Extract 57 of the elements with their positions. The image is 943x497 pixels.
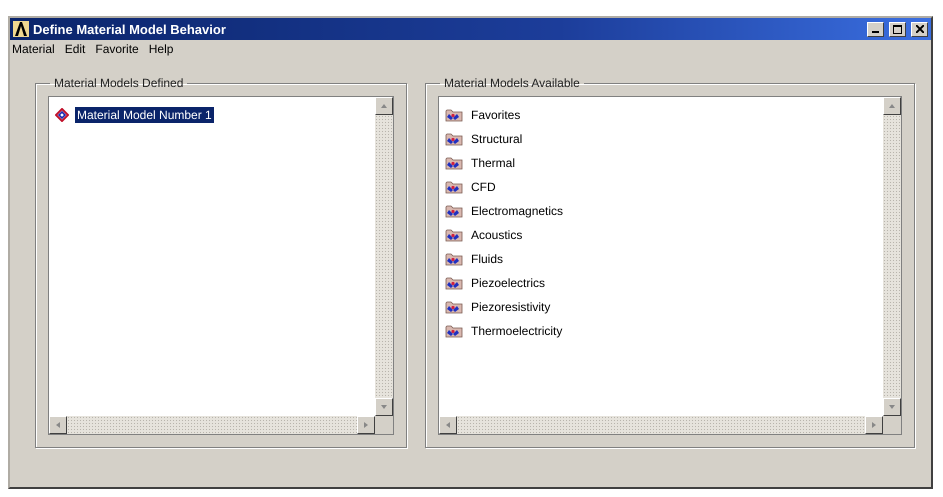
group-title: Material Models Defined — [53, 76, 184, 90]
folder-icon — [445, 180, 463, 194]
maximize-button[interactable] — [889, 22, 906, 36]
folder-icon — [445, 204, 463, 218]
left-arrow-icon — [54, 421, 62, 429]
scroll-down-button[interactable] — [883, 398, 901, 416]
scroll-down-button[interactable] — [375, 398, 393, 416]
up-arrow-icon — [380, 102, 388, 110]
tree-item[interactable]: Structural — [469, 131, 524, 147]
scroll-right-button[interactable] — [865, 416, 883, 434]
vertical-scrollbar[interactable] — [883, 97, 901, 416]
scroll-right-button[interactable] — [357, 416, 375, 434]
tree-item[interactable]: Material Model Number 1 — [75, 107, 214, 123]
horizontal-scrollbar[interactable] — [439, 416, 883, 434]
folder-icon — [445, 108, 463, 122]
menu-item[interactable]: Favorite — [95, 42, 139, 56]
folder-icon — [445, 252, 463, 266]
right-arrow-icon — [362, 421, 370, 429]
tree-item[interactable]: Fluids — [469, 251, 506, 267]
close-button[interactable] — [911, 22, 928, 36]
diamond-icon — [55, 108, 69, 122]
close-icon — [916, 25, 924, 33]
left-arrow-icon — [444, 421, 452, 429]
group-title: Material Models Available — [443, 76, 581, 90]
folder-icon — [445, 300, 463, 314]
folder-icon — [445, 324, 463, 338]
logo-icon — [13, 21, 29, 37]
vertical-scrollbar[interactable] — [375, 97, 393, 416]
tree-item[interactable]: Favorites — [469, 107, 522, 123]
scroll-up-button[interactable] — [375, 97, 393, 115]
down-arrow-icon — [380, 403, 388, 411]
right-arrow-icon — [870, 421, 878, 429]
up-arrow-icon — [888, 102, 896, 110]
horizontal-scrollbar[interactable] — [49, 416, 375, 434]
tree-item[interactable]: Piezoresistivity — [469, 299, 552, 315]
tree-list[interactable]: Material Model Number 1 — [49, 97, 375, 416]
tree-item[interactable]: Thermoelectricity — [469, 323, 564, 339]
menu-item[interactable]: Material — [12, 42, 55, 56]
tree-item[interactable]: Thermal — [469, 155, 518, 171]
tree-item[interactable]: CFD — [469, 179, 498, 195]
maximize-icon — [893, 24, 902, 34]
window-title: Define Material Model Behavior — [33, 22, 227, 36]
folder-icon — [445, 276, 463, 290]
scroll-up-button[interactable] — [883, 97, 901, 115]
folder-icon — [445, 156, 463, 170]
tree-item[interactable]: Acoustics — [469, 227, 524, 243]
tree-item[interactable]: Piezoelectrics — [469, 275, 548, 291]
minimize-button[interactable] — [867, 22, 884, 36]
tree-list[interactable]: Favorites Structural Thermal CFD Electromagnetics Acoustics Fluids Piezoelectrics Piezoresistivity Thermoelectricity — [439, 97, 883, 416]
down-arrow-icon — [888, 403, 896, 411]
folder-icon — [445, 228, 463, 242]
scroll-left-button[interactable] — [49, 416, 67, 434]
menu-item[interactable]: Edit — [64, 42, 86, 56]
tree-item[interactable]: Electromagnetics — [469, 203, 566, 219]
folder-icon — [445, 132, 463, 146]
menu-item[interactable]: Help — [148, 42, 174, 56]
scroll-left-button[interactable] — [439, 416, 457, 434]
